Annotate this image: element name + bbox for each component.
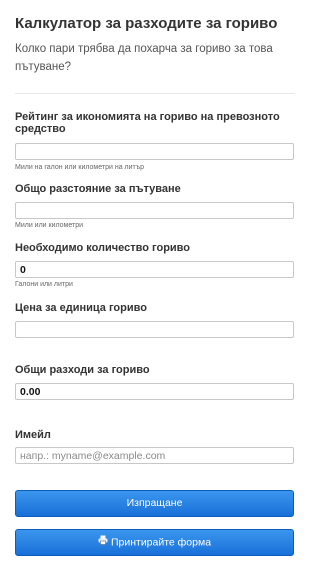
price-per-unit-input[interactable] xyxy=(15,321,294,338)
submit-button[interactable]: Изпращане xyxy=(15,490,294,517)
total-cost-label: Общи разходи за гориво xyxy=(15,364,150,376)
distance-input[interactable] xyxy=(15,202,294,219)
fuel-economy-input[interactable] xyxy=(15,143,294,160)
print-form-button-label: Принтирайте форма xyxy=(110,536,212,549)
calculator-form-page: Калкулатор за разходите за гориво Колко … xyxy=(0,0,310,566)
printer-icon xyxy=(98,530,108,555)
fuel-needed-input[interactable] xyxy=(15,261,294,278)
fuel-needed-hint: Галони или литри xyxy=(15,281,73,288)
fuel-needed-label: Необходимо количество гориво xyxy=(15,242,191,254)
distance-hint: Мили или километри xyxy=(15,222,84,229)
divider xyxy=(15,93,295,94)
print-form-button[interactable]: Принтирайте форма xyxy=(15,529,294,556)
fuel-economy-label: Рейтинг за икономията на гориво на прево… xyxy=(15,111,280,135)
fuel-economy-hint: Мили на галон или километри на литър xyxy=(15,164,145,171)
email-input[interactable] xyxy=(15,447,294,464)
submit-button-label: Изпращане xyxy=(126,497,183,509)
total-cost-input[interactable] xyxy=(15,383,294,400)
email-label: Имейл xyxy=(15,429,51,441)
page-title: Калкулатор за разходите за гориво xyxy=(15,15,278,32)
distance-label: Общо разстояние за пътуване xyxy=(15,183,181,195)
page-subtitle: Колко пари трябва да похарча за гориво з… xyxy=(15,43,273,73)
price-per-unit-label: Цена за единица гориво xyxy=(15,302,147,314)
